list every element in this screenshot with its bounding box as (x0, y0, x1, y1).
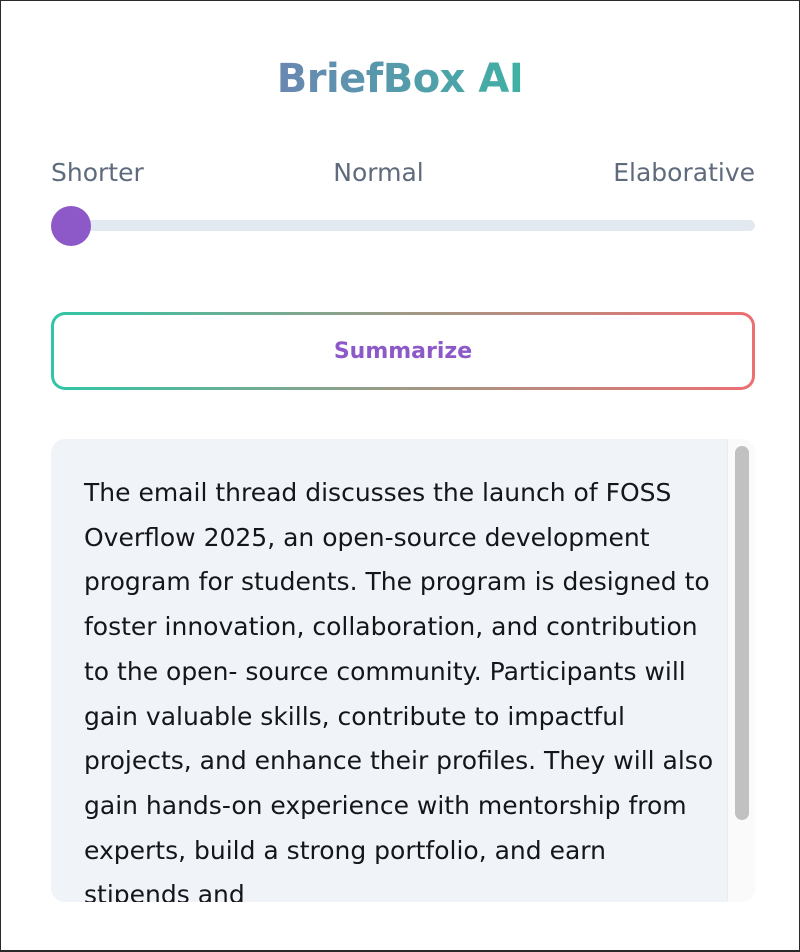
summary-scrollbar-thumb[interactable] (735, 446, 749, 820)
slider-label-shorter: Shorter (51, 157, 144, 187)
summary-text: The email thread discusses the launch of… (84, 478, 714, 902)
slider-label-normal: Normal (333, 157, 424, 187)
length-slider[interactable] (51, 205, 755, 249)
summary-scrollbar[interactable] (727, 439, 755, 902)
app-title-text: BriefBox AI (276, 56, 524, 102)
summarize-button[interactable]: Summarize (54, 315, 752, 387)
popup-window: BriefBox AI Shorter Normal Elaborative S… (0, 0, 800, 952)
slider-thumb[interactable] (51, 206, 91, 246)
summarize-button-border: Summarize (51, 312, 755, 390)
summary-output[interactable]: The email thread discusses the launch of… (51, 439, 755, 902)
slider-track[interactable] (51, 220, 755, 231)
length-slider-labels: Shorter Normal Elaborative (51, 155, 755, 189)
slider-label-elaborative: Elaborative (613, 157, 755, 187)
app-title: BriefBox AI (1, 53, 799, 105)
